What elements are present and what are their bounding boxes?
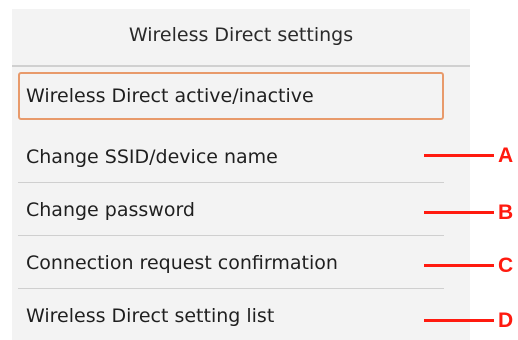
callout-line-d (424, 319, 494, 322)
item-divider (18, 235, 444, 236)
item-divider (18, 182, 444, 183)
title-divider (12, 65, 470, 67)
menu-item-connection-request-confirmation[interactable]: Connection request confirmation (18, 239, 444, 287)
panel-title: Wireless Direct settings (128, 24, 354, 46)
callout-label-d: D (498, 309, 514, 332)
menu-item-setting-list[interactable]: Wireless Direct setting list (18, 292, 444, 340)
menu-item-change-ssid[interactable]: Change SSID/device name (18, 133, 444, 181)
callout-label-c: C (498, 254, 514, 277)
callout-label-b: B (498, 201, 514, 224)
callout-label-a: A (498, 144, 514, 167)
callout-line-c (424, 264, 494, 267)
menu-item-wireless-direct-active[interactable]: Wireless Direct active/inactive (18, 72, 444, 120)
wireless-direct-settings-panel: Wireless Direct settings Wireless Direct… (12, 9, 470, 340)
callout-line-a (424, 154, 494, 157)
item-divider (18, 288, 444, 289)
callout-line-b (424, 211, 494, 214)
menu-item-change-password[interactable]: Change password (18, 186, 444, 234)
